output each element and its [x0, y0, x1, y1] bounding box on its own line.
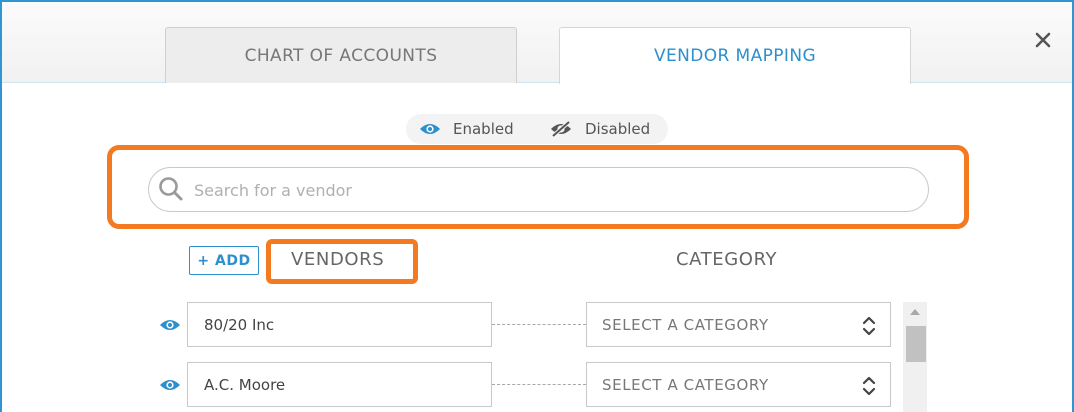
- category-select[interactable]: SELECT A CATEGORY: [586, 362, 891, 407]
- legend-disabled-label: Disabled: [585, 120, 651, 138]
- eye-icon[interactable]: [159, 378, 181, 392]
- up-down-chevron-icon: [862, 316, 876, 336]
- search-icon: [159, 177, 183, 201]
- eye-slash-icon: [551, 120, 571, 138]
- vendor-name: 80/20 Inc: [204, 315, 275, 334]
- category-select[interactable]: SELECT A CATEGORY: [586, 302, 891, 347]
- legend-enabled-label: Enabled: [453, 120, 514, 138]
- vendors-column-header: VENDORS: [291, 249, 385, 270]
- close-button[interactable]: [1031, 28, 1055, 52]
- close-icon[interactable]: [1035, 32, 1051, 48]
- category-column-header: CATEGORY: [676, 249, 778, 270]
- legend-enabled: Enabled: [419, 120, 514, 138]
- category-select-value: SELECT A CATEGORY: [602, 375, 769, 394]
- legend-disabled: Disabled: [549, 120, 650, 138]
- search-input[interactable]: [192, 168, 916, 212]
- mapping-connector: [492, 384, 586, 385]
- tab-vendor-mapping[interactable]: VENDOR MAPPING: [559, 27, 911, 84]
- scroll-up-arrow-icon[interactable]: [909, 308, 921, 316]
- category-select-value: SELECT A CATEGORY: [602, 315, 769, 334]
- vendor-name-field[interactable]: A.C. Moore: [187, 362, 492, 407]
- vendor-name-field[interactable]: 80/20 Inc: [187, 302, 492, 347]
- tab-bar: [2, 2, 1072, 83]
- tab-label: CHART OF ACCOUNTS: [244, 45, 438, 66]
- vendor-name: A.C. Moore: [204, 375, 286, 394]
- up-down-chevron-icon: [862, 376, 876, 396]
- eye-icon[interactable]: [159, 318, 181, 332]
- eye-icon: [420, 124, 440, 134]
- tab-label: VENDOR MAPPING: [653, 46, 817, 66]
- tab-chart-of-accounts[interactable]: CHART OF ACCOUNTS: [165, 27, 517, 83]
- scrollbar-thumb[interactable]: [906, 326, 926, 362]
- mapping-connector: [492, 324, 586, 325]
- add-vendor-button[interactable]: + ADD: [189, 246, 259, 275]
